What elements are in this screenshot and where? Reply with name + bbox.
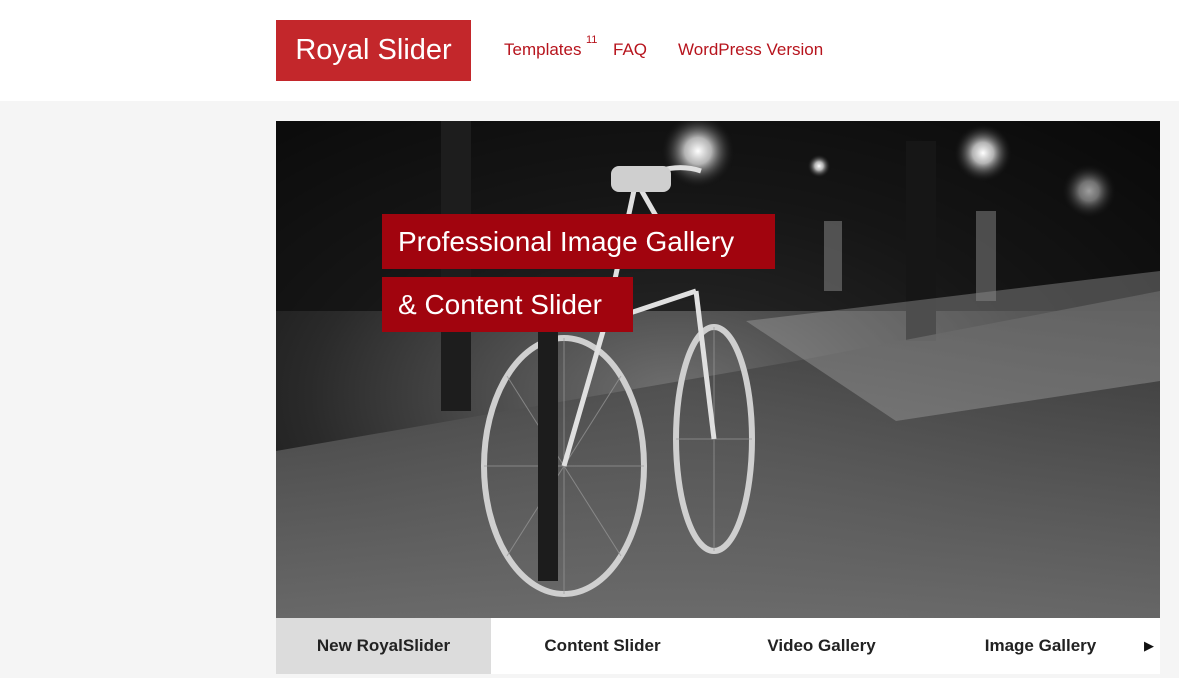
nav-wordpress-version[interactable]: WordPress Version bbox=[678, 40, 823, 60]
nav-faq[interactable]: FAQ bbox=[613, 40, 647, 60]
logo[interactable]: Royal Slider bbox=[276, 20, 471, 81]
templates-count-badge: 11 bbox=[586, 34, 598, 46]
slider-thumbnail-nav: New RoyalSlider Content Slider Video Gal… bbox=[276, 618, 1160, 674]
slide-caption-line-2: & Content Slider bbox=[382, 277, 633, 332]
nav-templates[interactable]: Templates bbox=[504, 40, 581, 60]
thumb-image-gallery[interactable]: Image Gallery bbox=[933, 618, 1148, 674]
image-slider[interactable]: Professional Image Gallery & Content Sli… bbox=[276, 121, 1160, 618]
slide-caption-line-1: Professional Image Gallery bbox=[382, 214, 775, 269]
site-header: Royal Slider Templates 11 FAQ WordPress … bbox=[0, 0, 1179, 101]
thumb-content-slider[interactable]: Content Slider bbox=[495, 618, 710, 674]
thumb-new-royalslider[interactable]: New RoyalSlider bbox=[276, 618, 491, 674]
thumb-video-gallery[interactable]: Video Gallery bbox=[714, 618, 929, 674]
next-arrow-icon[interactable]: ▶ bbox=[1138, 618, 1160, 674]
slide-image bbox=[276, 121, 1160, 618]
